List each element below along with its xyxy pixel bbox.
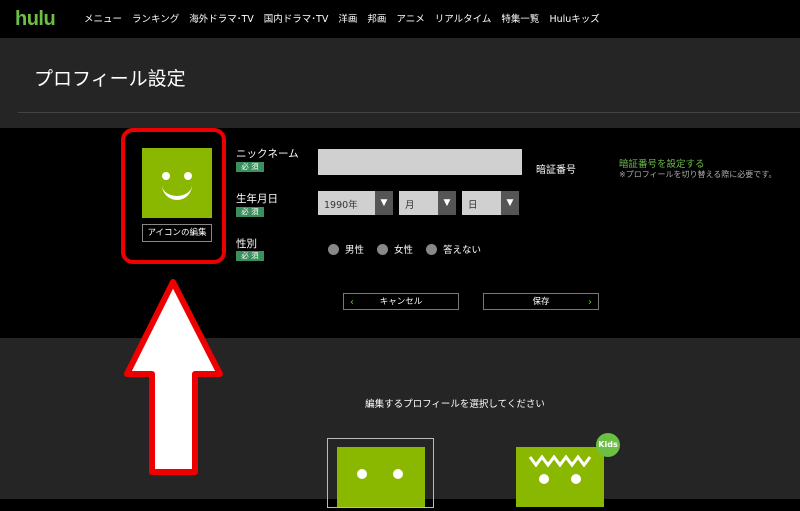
- radio-icon: [328, 243, 339, 255]
- pin-setup-link[interactable]: 暗証番号を設定する: [619, 156, 705, 170]
- nav-item-anime[interactable]: アニメ: [396, 11, 424, 25]
- save-button[interactable]: 保存 ›: [483, 293, 599, 310]
- gender-option-label: 答えない: [443, 245, 482, 256]
- nav-item-domestic-drama[interactable]: 国内ドラマ･TV: [264, 11, 329, 25]
- gender-option-label: 男性: [345, 245, 365, 256]
- save-label: 保存: [532, 297, 550, 307]
- radio-icon: [377, 243, 388, 255]
- profile-eye: [357, 469, 367, 479]
- top-nav: hulu メニュー ランキング 海外ドラマ･TV 国内ドラマ･TV 洋画 邦画 …: [0, 0, 800, 38]
- chevron-down-icon: ▼: [438, 191, 456, 215]
- cancel-label: キャンセル: [379, 297, 423, 307]
- gender-required-badge: 必 須: [236, 251, 264, 261]
- day-value: 日: [468, 200, 478, 211]
- gender-radio-female[interactable]: 女性: [377, 242, 413, 256]
- nav-item-western-movies[interactable]: 洋画: [338, 11, 357, 25]
- nav-menu: メニュー ランキング 海外ドラマ･TV 国内ドラマ･TV 洋画 邦画 アニメ リ…: [84, 11, 610, 25]
- gender-radio-none[interactable]: 答えない: [426, 242, 481, 256]
- year-select[interactable]: 1990年 ▼: [318, 191, 393, 215]
- nav-item-overseas-drama[interactable]: 海外ドラマ･TV: [189, 11, 254, 25]
- chevron-right-icon: ›: [588, 297, 592, 308]
- nav-item-features[interactable]: 特集一覧: [501, 11, 539, 25]
- page-title: プロフィール設定: [34, 68, 186, 90]
- nav-item-realtime[interactable]: リアルタイム: [435, 11, 492, 25]
- birthdate-label: 生年月日: [236, 193, 278, 205]
- up-arrow-annotation: [124, 279, 223, 475]
- birthdate-required-badge: 必 須: [236, 207, 264, 217]
- nav-item-ranking[interactable]: ランキング: [132, 11, 179, 25]
- gender-option-label: 女性: [394, 245, 414, 256]
- pin-label: 暗証番号: [536, 165, 576, 176]
- header-divider: [18, 112, 800, 113]
- hulu-logo[interactable]: hulu: [15, 8, 56, 31]
- nav-item-japanese-movies[interactable]: 邦画: [367, 11, 386, 25]
- chevron-down-icon: ▼: [501, 191, 519, 215]
- kids-badge: Kids: [596, 433, 620, 457]
- avatar-highlight-annotation: [121, 128, 226, 264]
- profile-avatar-icon[interactable]: [337, 447, 425, 507]
- nav-item-kids[interactable]: Huluキッズ: [549, 11, 599, 25]
- gender-radio-male[interactable]: 男性: [328, 242, 364, 256]
- day-select[interactable]: 日 ▼: [462, 191, 519, 215]
- nickname-input[interactable]: [318, 149, 522, 175]
- month-value: 月: [405, 200, 415, 211]
- radio-icon: [426, 243, 437, 255]
- pin-note: ※プロフィールを切り替える際に必要です。: [619, 170, 777, 179]
- kids-profile-icon[interactable]: [516, 447, 604, 507]
- year-value: 1990年: [324, 200, 358, 211]
- nickname-label: ニックネーム: [236, 148, 299, 160]
- gender-label: 性別: [236, 238, 257, 250]
- chevron-down-icon: ▼: [375, 191, 393, 215]
- nickname-required-badge: 必 須: [236, 162, 264, 172]
- chevron-left-icon: ‹: [350, 297, 354, 308]
- month-select[interactable]: 月 ▼: [399, 191, 456, 215]
- cancel-button[interactable]: ‹ キャンセル: [343, 293, 459, 310]
- nav-item-menu[interactable]: メニュー: [84, 11, 122, 25]
- profile-eye: [393, 469, 403, 479]
- kids-hair-icon: [528, 454, 592, 484]
